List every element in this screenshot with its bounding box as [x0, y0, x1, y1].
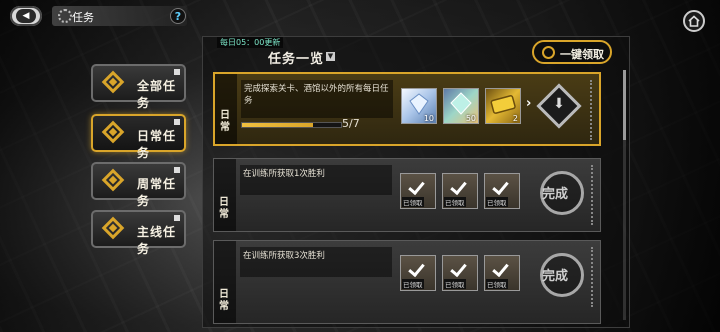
- back-arrow-icon: ◀: [16, 9, 36, 23]
- reward-count: 10: [423, 114, 434, 123]
- tab-daily-missions[interactable]: 日常任务: [91, 114, 186, 160]
- reward-item-claimed: 已领取: [442, 173, 478, 209]
- card-edge-rail: [591, 165, 597, 225]
- claim-all-label: 一键领取: [560, 48, 604, 61]
- mission-list-title: 任务一览: [268, 52, 325, 67]
- mission-category-label: 日常: [219, 197, 229, 220]
- reward-item-claimed: 已领取: [400, 173, 436, 209]
- reward-item-claimed: 已领取: [484, 255, 520, 291]
- checkmark-icon: [492, 177, 509, 196]
- checkmark-icon: [408, 259, 425, 278]
- checkmark-icon: [408, 177, 425, 196]
- tab-diamond-icon: [101, 168, 125, 192]
- tab-corner-mark: [174, 167, 180, 173]
- reward-count: 50: [465, 114, 476, 123]
- tab-diamond-icon: [101, 120, 125, 144]
- claimed-tag: 已领取: [444, 197, 466, 207]
- tab-weekly-missions[interactable]: 周常任务: [91, 162, 186, 208]
- claimed-tag: 已领取: [486, 279, 508, 289]
- mission-description: 在训练所获取1次胜利: [240, 165, 392, 195]
- card-edge-rail: [590, 80, 596, 140]
- tab-corner-mark: [174, 215, 180, 221]
- tab-main-missions[interactable]: 主线任务: [91, 210, 186, 256]
- completed-label: 完成: [542, 187, 569, 202]
- reward-item-claimed: 已领取: [442, 255, 478, 291]
- claimed-tag: 已领取: [402, 279, 424, 289]
- tab-diamond-icon: [101, 70, 125, 94]
- progress-bar: [241, 122, 342, 128]
- mission-category: 日常: [215, 74, 237, 144]
- tab-label: 周常任务: [137, 177, 177, 208]
- claimed-tag: 已领取: [444, 279, 466, 289]
- gear-icon: [58, 9, 72, 23]
- reward-count: 2: [512, 114, 518, 123]
- checkmark-icon: [492, 259, 509, 278]
- back-button[interactable]: ◀: [10, 6, 42, 26]
- mission-category: 日常: [214, 159, 236, 231]
- reward-item-claimed: 已领取: [484, 173, 520, 209]
- completed-badge: 完成: [536, 247, 588, 309]
- claim-icon: [542, 46, 555, 59]
- mission-card: 日常 在训练所获取1次胜利 已领取 已领取 已领取 完成: [213, 158, 601, 232]
- reward-item[interactable]: 2: [485, 88, 521, 124]
- chevron-down-icon[interactable]: ▼: [326, 52, 335, 61]
- mission-category: 日常: [214, 241, 236, 323]
- tab-corner-mark: [174, 119, 180, 125]
- download-arrow-icon: ⬇: [553, 96, 565, 112]
- reward-item[interactable]: 10: [401, 88, 437, 124]
- daily-reset-note: 每日05：00更新: [217, 37, 284, 48]
- completed-label: 完成: [542, 269, 569, 284]
- home-button[interactable]: [683, 10, 705, 32]
- tab-label: 全部任务: [137, 79, 177, 110]
- scrollbar-thumb[interactable]: [623, 70, 626, 140]
- claimed-tag: 已领取: [402, 197, 424, 207]
- mission-category-label: 日常: [220, 110, 230, 133]
- title-bar: 任务: [52, 6, 187, 26]
- completed-badge: 完成: [536, 165, 588, 227]
- tab-diamond-icon: [101, 216, 125, 240]
- mission-card: 日常 在训练所获取3次胜利 已领取 已领取 已领取 完成: [213, 240, 601, 324]
- checkmark-icon: [450, 259, 467, 278]
- home-icon: [688, 15, 700, 27]
- mission-card: 日常 完成探索关卡、酒馆以外的所有每日任务 5/7 10 50 2 › ⬇: [213, 72, 601, 146]
- chevron-right-icon: ›: [526, 96, 532, 111]
- mission-description: 完成探索关卡、酒馆以外的所有每日任务: [241, 80, 393, 118]
- checkmark-icon: [450, 177, 467, 196]
- mission-category-label: 日常: [219, 289, 229, 312]
- top-bar: ◀ 任务 ?: [0, 0, 720, 34]
- reward-item[interactable]: 50: [443, 88, 479, 124]
- mission-description: 在训练所获取3次胜利: [240, 247, 392, 277]
- page-title: 任务: [72, 11, 94, 24]
- tab-label: 主线任务: [137, 225, 177, 256]
- tab-label: 日常任务: [137, 129, 177, 160]
- claimed-tag: 已领取: [486, 197, 508, 207]
- progress-text: 5/7: [342, 117, 360, 130]
- progress-fill: [242, 123, 313, 127]
- help-button[interactable]: ?: [170, 8, 186, 24]
- claim-reward-button[interactable]: ⬇: [535, 80, 587, 142]
- tab-corner-mark: [174, 69, 180, 75]
- card-edge-rail: [591, 247, 597, 307]
- tab-all-missions[interactable]: 全部任务: [91, 64, 186, 110]
- claim-all-button[interactable]: 一键领取: [532, 40, 612, 64]
- reward-item-claimed: 已领取: [400, 255, 436, 291]
- question-icon: ?: [174, 9, 182, 23]
